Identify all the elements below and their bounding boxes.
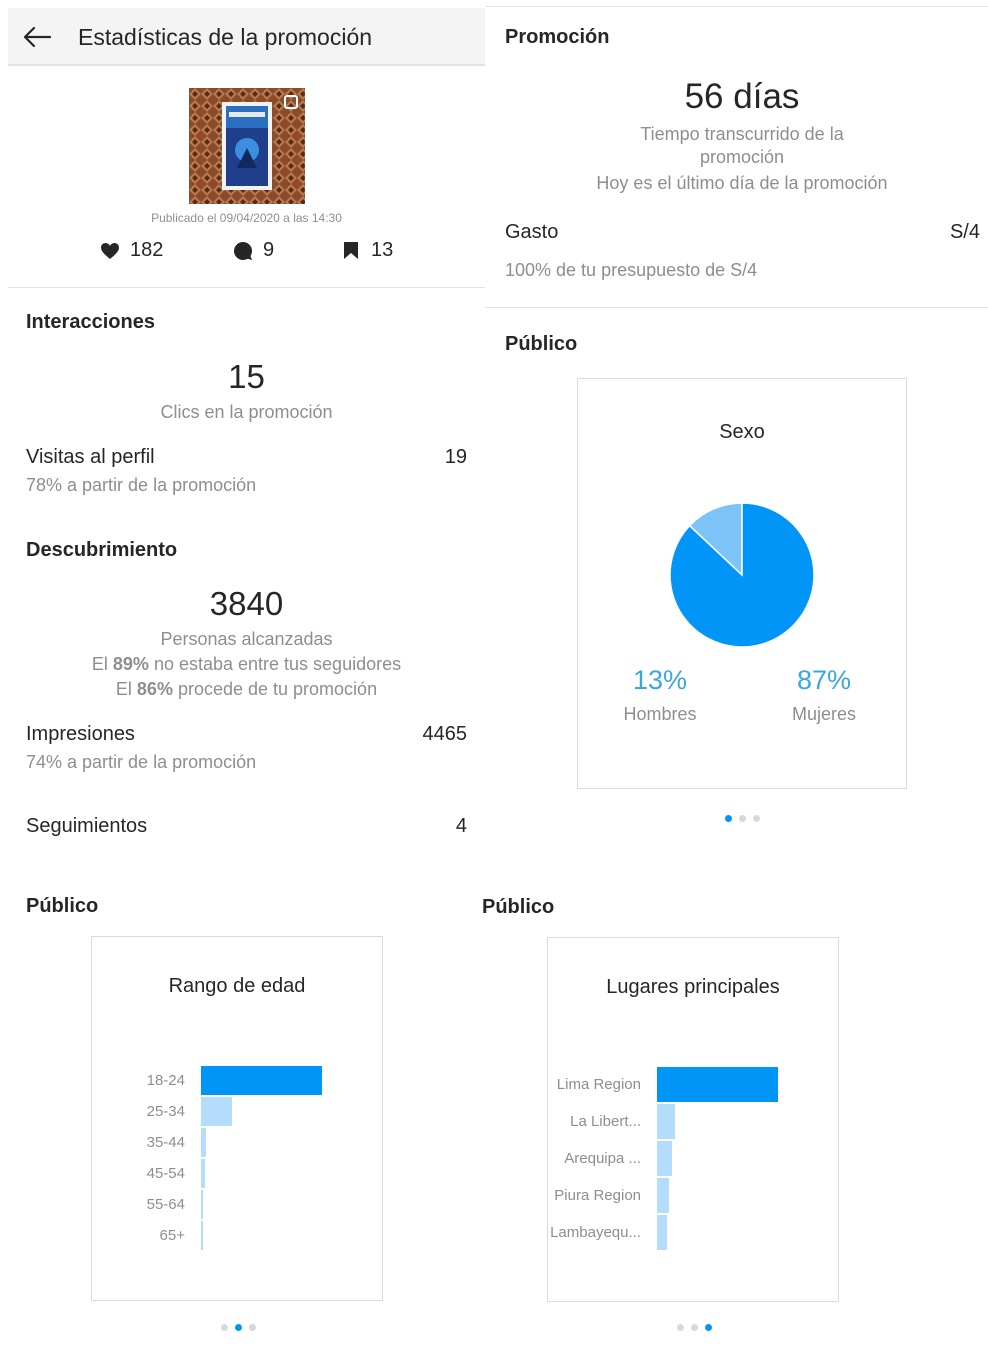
published-date: Publicado el 09/04/2020 a las 14:30 xyxy=(151,211,342,225)
bar xyxy=(201,1221,203,1250)
pager-dot[interactable] xyxy=(753,815,760,822)
bar-label: 45-54 xyxy=(146,1164,185,1182)
page-title: Estadísticas de la promoción xyxy=(78,24,373,50)
spend-label: Gasto xyxy=(505,221,559,243)
impressions-sub: 74% a partir de la promoción xyxy=(26,752,257,772)
comments-count: 9 xyxy=(263,239,275,261)
bar xyxy=(201,1066,322,1095)
heart-icon xyxy=(101,242,119,259)
audience-title: Público xyxy=(482,896,555,918)
saves-count: 13 xyxy=(371,239,394,261)
from-promotion-line: El 86% procede de tu promoción xyxy=(8,677,485,701)
bar-label: La Libert... xyxy=(570,1112,641,1130)
bar xyxy=(657,1141,672,1176)
locations-pager-dots[interactable] xyxy=(677,1324,712,1331)
pager-dot[interactable] xyxy=(677,1324,684,1331)
age-pager-dots[interactable] xyxy=(221,1324,256,1331)
from-promotion-post: procede de tu promoción xyxy=(172,679,378,699)
bar-label: Arequipa ... xyxy=(564,1149,641,1167)
gender-pie-chart xyxy=(669,502,815,648)
from-promotion-pre: El xyxy=(115,679,137,699)
spend-value: S/4 xyxy=(949,221,980,243)
women-label: Mujeres xyxy=(791,704,857,724)
reach-label: Personas alcanzadas xyxy=(160,629,333,649)
audience-title: Público xyxy=(26,895,99,917)
profile-visits-sub: 78% a partir de la promoción xyxy=(26,475,257,495)
bar xyxy=(201,1128,206,1157)
bar-label: Lambayequ... xyxy=(550,1223,641,1241)
last-day-text: Hoy es el último día de la promoción xyxy=(596,173,888,193)
discovery-title: Descubrimiento xyxy=(26,539,178,561)
comments-stat: 9 xyxy=(233,239,274,262)
likes-count: 182 xyxy=(130,239,164,261)
men-pct: 13% xyxy=(632,665,688,695)
bar xyxy=(657,1067,778,1102)
bar-label: 35-44 xyxy=(146,1133,185,1151)
gender-pager-dots[interactable] xyxy=(725,815,760,822)
profile-visits-value: 19 xyxy=(444,446,467,468)
divider xyxy=(8,287,485,288)
impressions-value: 4465 xyxy=(422,723,468,745)
bar-label: Piura Region xyxy=(554,1186,641,1204)
gender-chart-title: Sexo xyxy=(719,421,765,443)
men-label: Hombres xyxy=(623,704,697,724)
reach-value: 3840 xyxy=(209,585,284,622)
pager-dot[interactable] xyxy=(691,1324,698,1331)
post-image xyxy=(189,88,305,204)
age-card[interactable]: Rango de edad 18-24 25-34 35-44 45-54 55-64 6… xyxy=(91,936,383,1301)
pager-dot[interactable] xyxy=(249,1324,256,1331)
elapsed-line1: Tiempo transcurrido de la xyxy=(640,124,844,144)
bar-label: Lima Region xyxy=(556,1075,641,1093)
pager-dot[interactable] xyxy=(739,815,746,822)
saves-stat: 13 xyxy=(343,239,393,262)
locations-card[interactable]: Lugares principales Lima Region La Libert… xyxy=(547,937,839,1302)
back-arrow-icon[interactable] xyxy=(22,25,52,49)
pager-dot[interactable] xyxy=(235,1324,242,1331)
days-value: 56 días xyxy=(684,77,800,116)
pager-dot[interactable] xyxy=(725,815,732,822)
impressions-label: Impresiones xyxy=(26,723,135,745)
women-pct: 87% xyxy=(796,665,852,695)
divider xyxy=(485,6,988,7)
non-followers-line: El 89% no estaba entre tus seguidores xyxy=(8,652,485,676)
follows-value: 4 xyxy=(455,815,467,837)
bar xyxy=(201,1097,233,1126)
elapsed-line2: promoción xyxy=(699,147,785,167)
bar xyxy=(201,1159,205,1188)
bar-label: 25-34 xyxy=(146,1102,185,1120)
bar xyxy=(657,1104,676,1139)
likes-stat: 182 xyxy=(100,239,163,262)
profile-visits-label: Visitas al perfil xyxy=(26,446,155,468)
locations-bar-chart: Lima Region La Libert... Arequipa ... Piura… xyxy=(548,938,840,1303)
app-header: Estadísticas de la promoción xyxy=(8,8,485,66)
follows-label: Seguimientos xyxy=(26,815,148,837)
divider xyxy=(485,307,988,308)
clicks-value: 15 xyxy=(228,358,265,395)
bar-label: 55-64 xyxy=(146,1195,185,1213)
non-followers-pre: El xyxy=(91,654,113,674)
pager-dot[interactable] xyxy=(705,1324,712,1331)
clicks-label: Clics en la promoción xyxy=(160,402,333,422)
age-bar-chart: 18-24 25-34 35-44 45-54 55-64 65+ xyxy=(92,937,384,1302)
gender-card[interactable]: Sexo 13% 87% Hombres Mujeres xyxy=(577,378,907,789)
non-followers-pct: 89% xyxy=(112,654,149,674)
interactions-title: Interacciones xyxy=(26,311,155,333)
from-promotion-pct: 86% xyxy=(136,679,173,699)
pager-dot[interactable] xyxy=(221,1324,228,1331)
audience-title: Público xyxy=(505,333,578,355)
bar xyxy=(657,1178,670,1213)
post-thumbnail[interactable] xyxy=(189,88,305,204)
bookmark-icon xyxy=(344,242,358,259)
bar xyxy=(657,1215,667,1250)
non-followers-post: no estaba entre tus seguidores xyxy=(148,654,402,674)
bar-label: 65+ xyxy=(159,1226,185,1244)
bar xyxy=(201,1190,204,1219)
comment-icon xyxy=(234,241,253,260)
spend-sub: 100% de tu presupuesto de S/4 xyxy=(505,260,758,280)
bar-label: 18-24 xyxy=(146,1071,185,1089)
promotion-title: Promoción xyxy=(505,26,610,48)
